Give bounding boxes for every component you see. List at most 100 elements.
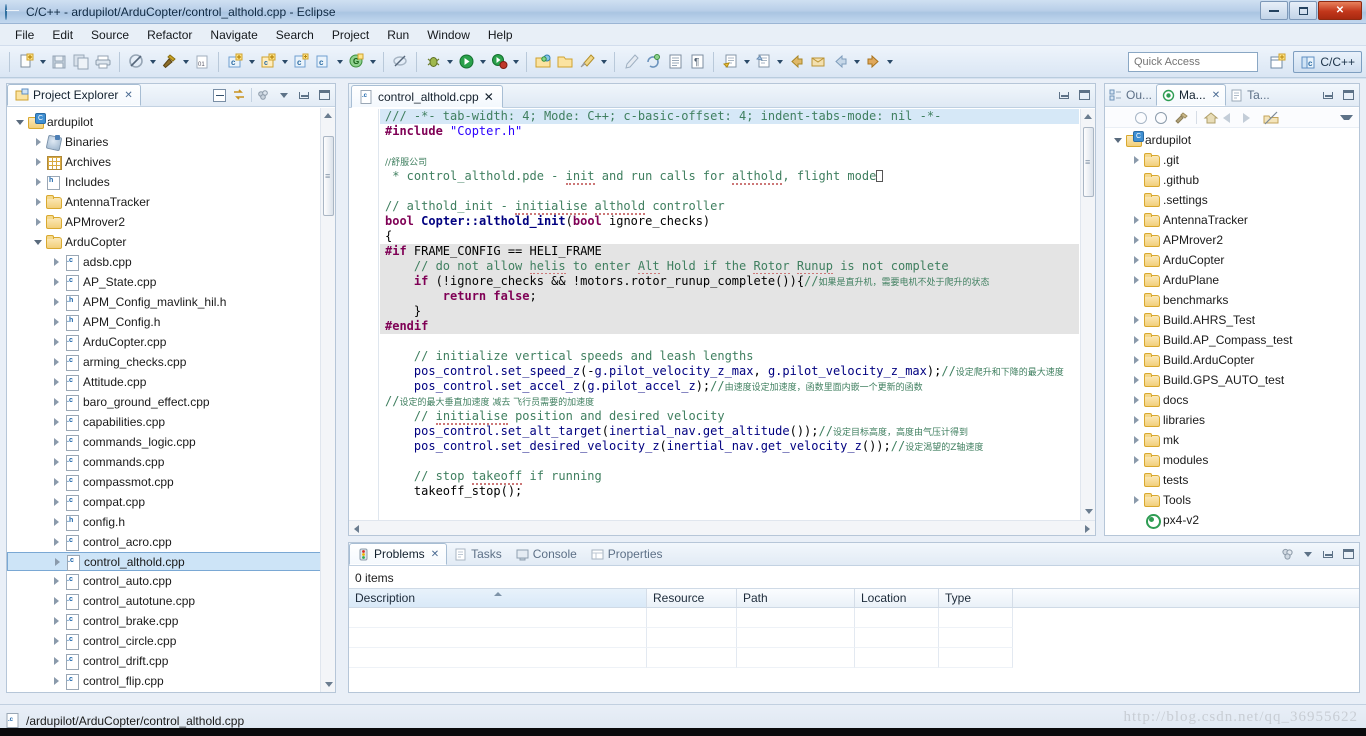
table-row[interactable] <box>349 648 1359 668</box>
chevron-right-icon[interactable] <box>1129 453 1143 467</box>
chevron-right-icon[interactable] <box>49 495 63 509</box>
chevron-right-icon[interactable] <box>49 535 63 549</box>
chevron-right-icon[interactable] <box>49 315 63 329</box>
tree-item-binaries[interactable]: Binaries <box>7 132 335 152</box>
chevron-right-icon[interactable] <box>49 455 63 469</box>
view-menu-icon[interactable] <box>256 87 272 103</box>
menu-project[interactable]: Project <box>323 26 378 44</box>
tree-item-commands-cpp[interactable]: commands.cpp <box>7 452 335 472</box>
tree-item-control-auto-cpp[interactable]: control_auto.cpp <box>7 571 335 591</box>
chevron-right-icon[interactable] <box>49 375 63 389</box>
code-line[interactable]: // do not allow helis to enter Alt Hold … <box>380 259 1079 275</box>
back-icon[interactable] <box>1223 110 1240 126</box>
editor-gutter[interactable] <box>349 109 379 535</box>
search-dropdown-icon[interactable] <box>598 51 609 73</box>
tree-item-build-gps-auto-test[interactable]: Build.GPS_AUTO_test <box>1105 370 1359 390</box>
column-header-location[interactable]: Location <box>855 589 939 607</box>
chevron-right-icon[interactable] <box>49 255 63 269</box>
maximize-button[interactable] <box>1289 1 1317 20</box>
tree-item-compat-cpp[interactable]: compat.cpp <box>7 492 335 512</box>
column-header-type[interactable]: Type <box>939 589 1013 607</box>
new-c-source-dropdown-icon[interactable] <box>334 51 345 73</box>
tree-item-ardupilot[interactable]: ardupilot <box>7 112 335 132</box>
new-c-project-icon[interactable]: c <box>224 51 246 73</box>
tree-item-config-h[interactable]: config.h <box>7 512 335 532</box>
chevron-right-icon[interactable] <box>49 335 63 349</box>
chevron-right-icon[interactable] <box>50 555 64 569</box>
tree-item-control-circle-cpp[interactable]: control_circle.cpp <box>7 631 335 651</box>
tree-item-adsb-cpp[interactable]: adsb.cpp <box>7 252 335 272</box>
chevron-right-icon[interactable] <box>31 135 45 149</box>
skip-breakpoints-icon[interactable] <box>389 51 411 73</box>
close-icon[interactable]: ✕ <box>484 90 494 104</box>
tree-item-build-arducopter[interactable]: Build.ArduCopter <box>1105 350 1359 370</box>
new-c-project-dropdown-icon[interactable] <box>246 51 257 73</box>
scroll-left-icon[interactable] <box>349 521 364 535</box>
tree-item-arducopter[interactable]: ArduCopter <box>1105 250 1359 270</box>
code-line[interactable]: pos_control.set_accel_z(g.pilot_accel_z)… <box>380 379 1079 394</box>
tree-item-ap-state-cpp[interactable]: AP_State.cpp <box>7 272 335 292</box>
no-build-icon[interactable] <box>125 51 147 73</box>
new-c-file-dropdown-icon[interactable] <box>367 51 378 73</box>
tree-item-tools[interactable]: Tools <box>1105 490 1359 510</box>
build-target-icon[interactable] <box>1133 110 1150 126</box>
scroll-down-icon[interactable] <box>1081 504 1095 519</box>
view-menu-icon[interactable] <box>1338 110 1355 126</box>
tab-outline[interactable]: Ou... <box>1105 84 1156 106</box>
debug-icon[interactable] <box>422 51 444 73</box>
tree-item-includes[interactable]: Includes <box>7 172 335 192</box>
prev-annotation-icon[interactable] <box>752 51 774 73</box>
menu-navigate[interactable]: Navigate <box>201 26 266 44</box>
close-icon[interactable]: ✕ <box>431 549 439 560</box>
tree-item-compassmot-cpp[interactable]: compassmot.cpp <box>7 472 335 492</box>
project-explorer-scrollbar[interactable] <box>320 108 335 692</box>
minimize-icon[interactable] <box>1056 87 1072 103</box>
chevron-right-icon[interactable] <box>49 574 63 588</box>
code-line[interactable]: #endif <box>380 319 1079 334</box>
build-hammer-icon[interactable] <box>158 51 180 73</box>
tree-item-attitude-cpp[interactable]: Attitude.cpp <box>7 372 335 392</box>
nav-back-dropdown-icon[interactable] <box>851 51 862 73</box>
menu-help[interactable]: Help <box>479 26 522 44</box>
code-line[interactable]: //设定的最大垂直加速度 减去 飞行员需要的加速度 <box>380 394 1079 409</box>
menu-search[interactable]: Search <box>267 26 323 44</box>
chevron-right-icon[interactable] <box>1129 273 1143 287</box>
new-c-source-icon-2[interactable]: c <box>312 51 334 73</box>
chevron-right-icon[interactable] <box>1129 313 1143 327</box>
code-line[interactable]: // initialise position and desired veloc… <box>380 409 1079 425</box>
tree-item-modules[interactable]: modules <box>1105 450 1359 470</box>
code-line[interactable]: pos_control.set_desired_velocity_z(inert… <box>380 439 1079 454</box>
tree-item-antennatracker[interactable]: AntennaTracker <box>1105 210 1359 230</box>
tree-item--github[interactable]: .github <box>1105 170 1359 190</box>
tree-item-control-brake-cpp[interactable]: control_brake.cpp <box>7 611 335 631</box>
code-line[interactable]: -bool Copter::althold_init(bool ignore_c… <box>380 214 1079 229</box>
new-dropdown-icon[interactable] <box>37 51 48 73</box>
build-target-3-icon[interactable] <box>1173 110 1190 126</box>
table-row[interactable] <box>349 628 1359 648</box>
code-line[interactable]: return false; <box>380 289 1079 304</box>
menu-file[interactable]: File <box>6 26 43 44</box>
tree-item-benchmarks[interactable]: benchmarks <box>1105 290 1359 310</box>
save-icon[interactable] <box>48 51 70 73</box>
menu-source[interactable]: Source <box>82 26 138 44</box>
scroll-thumb[interactable] <box>323 136 334 216</box>
chevron-right-icon[interactable] <box>49 435 63 449</box>
open-resource-icon[interactable] <box>532 51 554 73</box>
nav-forward-icon[interactable] <box>862 51 884 73</box>
chevron-down-icon[interactable] <box>31 235 45 249</box>
minimize-icon[interactable] <box>296 87 312 103</box>
show-whitespace-icon[interactable]: ¶ <box>686 51 708 73</box>
code-line[interactable] <box>380 184 1079 199</box>
tree-item-build-ap-compass-test[interactable]: Build.AP_Compass_test <box>1105 330 1359 350</box>
chevron-right-icon[interactable] <box>1129 373 1143 387</box>
maximize-icon[interactable] <box>316 87 332 103</box>
run-icon[interactable] <box>455 51 477 73</box>
menu-edit[interactable]: Edit <box>43 26 82 44</box>
chevron-right-icon[interactable] <box>1129 253 1143 267</box>
nav-back-icon[interactable] <box>829 51 851 73</box>
chevron-right-icon[interactable] <box>31 195 45 209</box>
chevron-right-icon[interactable] <box>1129 213 1143 227</box>
tab-tasks[interactable]: Tasks <box>447 543 509 565</box>
chevron-right-icon[interactable] <box>1129 353 1143 367</box>
pencil-icon[interactable] <box>620 51 642 73</box>
